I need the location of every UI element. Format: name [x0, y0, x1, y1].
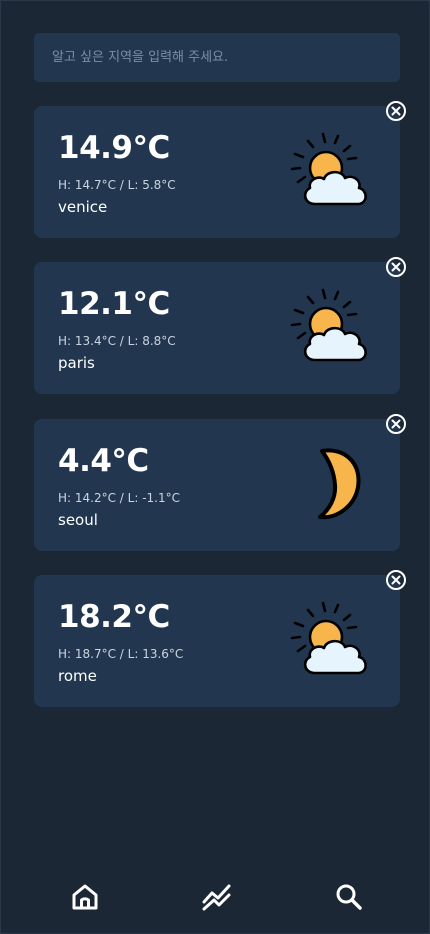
- close-icon[interactable]: [385, 256, 407, 278]
- close-icon[interactable]: [385, 100, 407, 122]
- bottom-navigation: [0, 860, 430, 934]
- home-icon[interactable]: [70, 882, 100, 912]
- temperature: 18.2°C: [58, 599, 170, 635]
- city-name: rome: [58, 667, 97, 685]
- high-low-temperature: H: 18.7°C / L: 13.6°C: [58, 647, 184, 661]
- temperature: 14.9°C: [58, 130, 170, 166]
- partly-cloudy-icon: [290, 132, 367, 206]
- weather-card[interactable]: 12.1°C H: 13.4°C / L: 8.8°C paris: [34, 262, 400, 394]
- high-low-temperature: H: 14.7°C / L: 5.8°C: [58, 178, 176, 192]
- weather-card[interactable]: 14.9°C H: 14.7°C / L: 5.8°C venice: [34, 106, 400, 238]
- chart-icon[interactable]: [202, 882, 232, 912]
- high-low-temperature: H: 13.4°C / L: 8.8°C: [58, 334, 176, 348]
- partly-cloudy-icon: [290, 601, 367, 675]
- close-icon[interactable]: [385, 569, 407, 591]
- high-low-temperature: H: 14.2°C / L: -1.1°C: [58, 491, 180, 505]
- weather-card[interactable]: 4.4°C H: 14.2°C / L: -1.1°C seoul: [34, 419, 400, 551]
- city-name: paris: [58, 354, 95, 372]
- weather-card[interactable]: 18.2°C H: 18.7°C / L: 13.6°C rome: [34, 575, 400, 707]
- search-icon[interactable]: [334, 882, 364, 912]
- city-name: venice: [58, 198, 108, 216]
- search-input[interactable]: [34, 33, 400, 82]
- close-icon[interactable]: [385, 413, 407, 435]
- partly-cloudy-icon: [290, 288, 367, 362]
- city-name: seoul: [58, 511, 98, 529]
- moon-icon: [318, 448, 361, 520]
- temperature: 12.1°C: [58, 286, 170, 322]
- temperature: 4.4°C: [58, 443, 149, 479]
